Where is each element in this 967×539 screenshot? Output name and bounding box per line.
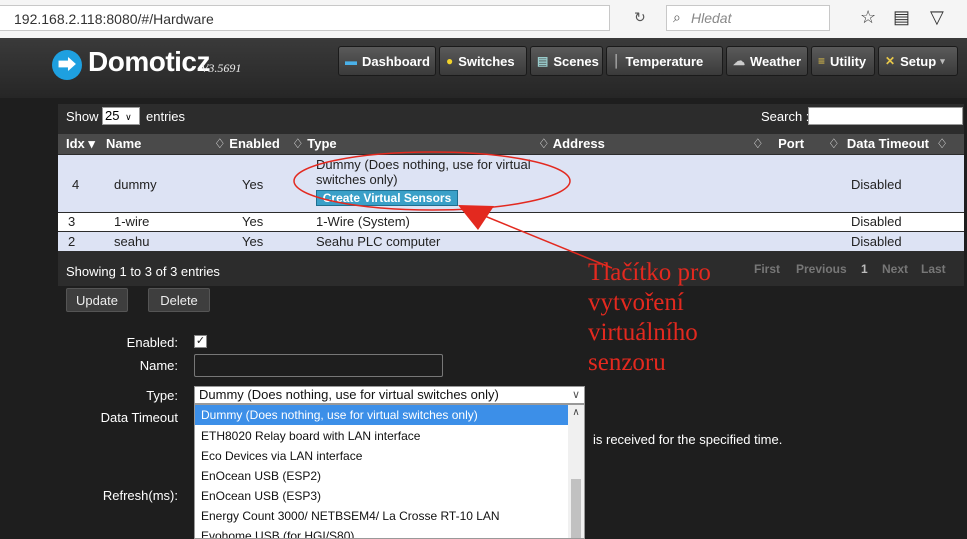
highlight-ellipse: [293, 151, 571, 211]
annotation-line: virtuálního: [588, 319, 698, 346]
annotation-text: Tlačítko pro vytvoření virtuálního senzo…: [588, 258, 711, 378]
annotation-line: senzoru: [588, 349, 666, 376]
annotation-overlay: [293, 151, 613, 269]
annotation-line: Tlačítko pro: [588, 259, 711, 286]
annotation-line: vytvoření: [588, 289, 684, 316]
